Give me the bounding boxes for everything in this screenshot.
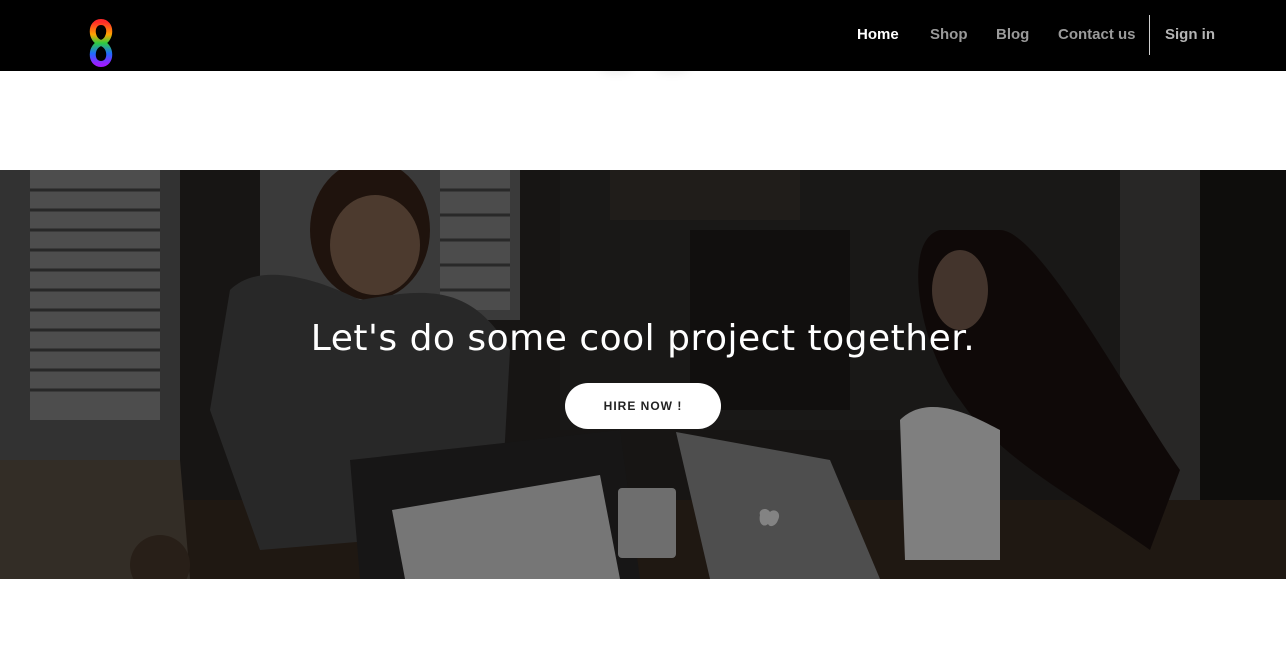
hero-background-image xyxy=(0,170,1286,579)
hero-banner: Let's do some cool project together. HIR… xyxy=(0,170,1286,579)
nav-divider xyxy=(1149,15,1150,55)
nav-link-contact[interactable]: Contact us xyxy=(1058,26,1136,43)
top-navbar: Home Shop Blog Contact us Sign in xyxy=(0,0,1286,71)
nav-link-blog[interactable]: Blog xyxy=(996,26,1029,43)
sign-in-link[interactable]: Sign in xyxy=(1165,26,1215,43)
nav-link-home[interactable]: Home xyxy=(857,26,899,43)
hire-now-button[interactable]: HIRE NOW ! xyxy=(565,383,721,429)
hero-title: Let's do some cool project together. xyxy=(310,318,976,359)
main-nav: Home Shop Blog Contact us Sign in xyxy=(0,0,1286,71)
nav-link-shop[interactable]: Shop xyxy=(930,26,968,43)
